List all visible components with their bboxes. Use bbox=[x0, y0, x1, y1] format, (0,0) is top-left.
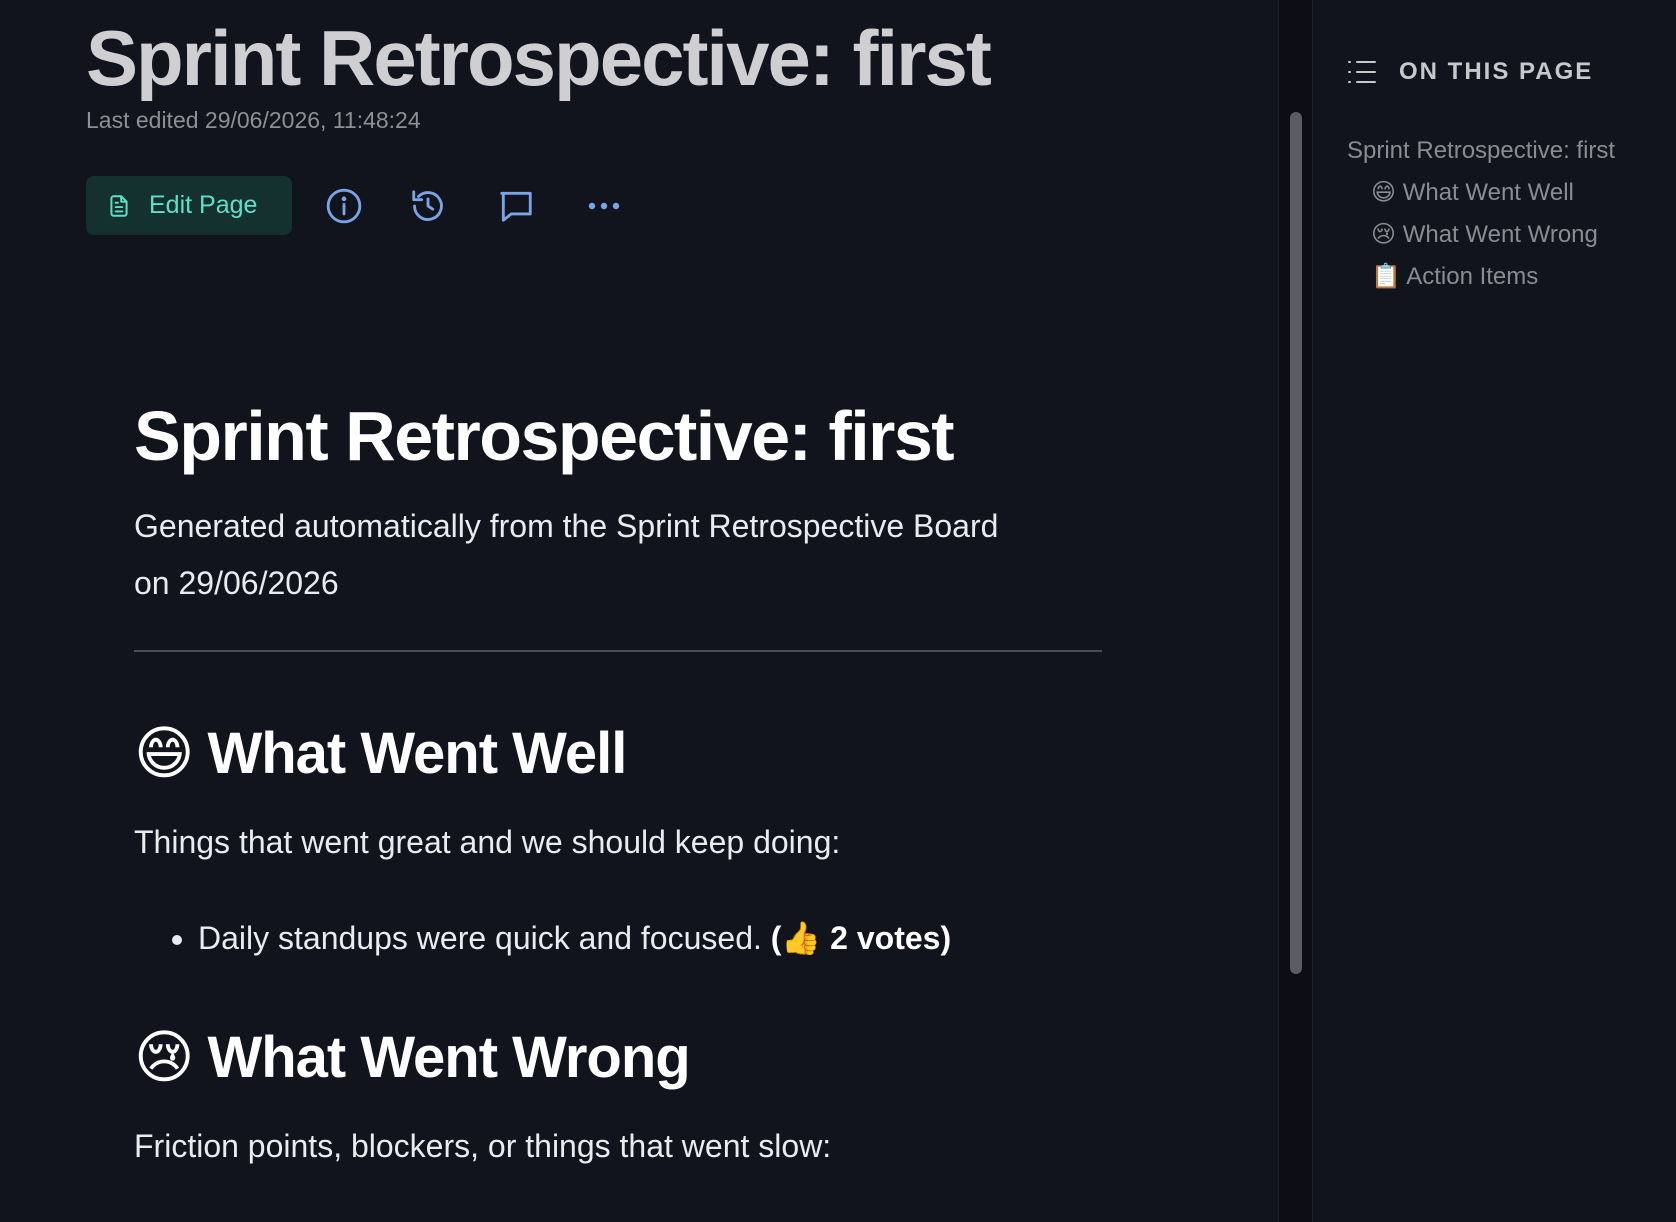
table-of-contents: ON THIS PAGE Sprint Retrospective: first… bbox=[1313, 0, 1676, 1222]
toc-item-action-items[interactable]: 📋 Action Items bbox=[1347, 256, 1615, 298]
list-icon bbox=[1347, 58, 1377, 86]
toc-item-title[interactable]: Sprint Retrospective: first bbox=[1347, 130, 1615, 172]
toc-header: ON THIS PAGE bbox=[1347, 58, 1593, 86]
went-well-list: Daily standups were quick and focused. (… bbox=[134, 916, 1102, 960]
info-icon[interactable] bbox=[322, 184, 366, 228]
section-heading-text: What Went Well bbox=[207, 721, 627, 786]
document-subtitle: Generated automatically from the Sprint … bbox=[134, 508, 999, 601]
more-icon[interactable] bbox=[582, 184, 626, 228]
edit-page-label: Edit Page bbox=[149, 191, 258, 219]
history-icon[interactable] bbox=[406, 184, 450, 228]
toc-list: Sprint Retrospective: first 😄 What Went … bbox=[1347, 130, 1615, 298]
section-heading-went-wrong: 😢 What Went Wrong bbox=[134, 1022, 1102, 1094]
page-title: Sprint Retrospective: first bbox=[86, 14, 992, 102]
comment-icon[interactable] bbox=[494, 184, 538, 228]
toc-heading: ON THIS PAGE bbox=[1399, 58, 1594, 85]
page-article: Sprint Retrospective: first Generated au… bbox=[134, 390, 1102, 1168]
scrollbar-thumb[interactable] bbox=[1290, 112, 1302, 974]
section-intro: Friction points, blockers, or things tha… bbox=[134, 1128, 832, 1164]
divider bbox=[134, 650, 1102, 652]
last-edited-timestamp: Last edited 29/06/2026, 11:48:24 bbox=[86, 107, 421, 133]
section-heading-went-well: 😄 What Went Well bbox=[134, 718, 1102, 790]
section-intro: Things that went great and we should kee… bbox=[134, 824, 841, 860]
main-content: Sprint Retrospective: first Last edited … bbox=[0, 0, 1278, 1222]
toc-item-went-wrong[interactable]: 😢 What Went Wrong bbox=[1347, 214, 1615, 256]
list-item-text: Daily standups were quick and focused. bbox=[198, 920, 762, 956]
scrollbar[interactable] bbox=[1278, 0, 1313, 1222]
section-heading-text: What Went Wrong bbox=[207, 1025, 690, 1090]
document-icon bbox=[106, 192, 132, 220]
grinning-face-emoji: 😄 bbox=[134, 721, 194, 786]
toc-item-went-well[interactable]: 😄 What Went Well bbox=[1347, 172, 1615, 214]
list-item: Daily standups were quick and focused. (… bbox=[198, 916, 1102, 960]
edit-page-button[interactable]: Edit Page bbox=[86, 176, 292, 235]
page-toolbar: Edit Page bbox=[86, 176, 626, 235]
vote-count: (👍 2 votes) bbox=[770, 920, 952, 956]
crying-face-emoji: 😢 bbox=[134, 1025, 194, 1090]
document-title: Sprint Retrospective: first bbox=[134, 397, 955, 475]
